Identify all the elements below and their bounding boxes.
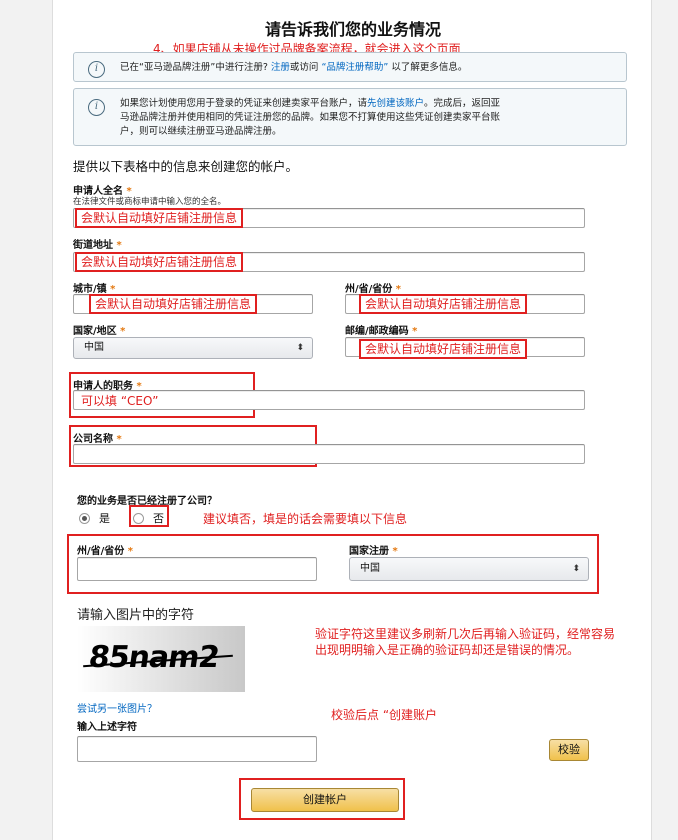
role-note: 可以填 “CEO”: [81, 394, 159, 408]
notice-brand-registry-text: 已在“亚马逊品牌注册”中进行注册? 注册或访问 “品牌注册帮助” 以了解更多信息…: [120, 62, 468, 73]
reg-country-label: 国家注册 *: [349, 546, 398, 557]
page-panel: 请告诉我们您的业务情况 4、如果店铺从未操作过品牌备案流程，就会进入这个页面 i…: [52, 0, 652, 840]
reg-state-label: 州/省/省份 *: [77, 546, 134, 557]
notice-seller-account: i 如果您计划使用您用于登录的凭证来创建卖家平台账户，请先创建该账户。完成后，返…: [73, 88, 627, 146]
company-label: 公司名称 *: [73, 434, 122, 445]
captcha-heading: 请输入图片中的字符: [77, 608, 195, 623]
street-note: 会默认自动填好店铺注册信息: [75, 252, 244, 272]
state-label: 州/省/省份 *: [345, 284, 402, 295]
captcha-input[interactable]: [77, 736, 317, 762]
captcha-image: 85nam2: [77, 626, 245, 692]
registered-yes-label: 是: [99, 512, 110, 525]
postal-note: 会默认自动填好店铺注册信息: [359, 339, 528, 359]
company-input[interactable]: [73, 444, 585, 464]
city-label: 城市/镇 *: [73, 284, 116, 295]
create-account-button[interactable]: 创建帐户: [251, 788, 399, 812]
country-select[interactable]: 中国 ⬍: [73, 337, 313, 359]
registered-no-label: 否: [153, 512, 164, 525]
create-account-first-link[interactable]: 先创建该账户: [367, 98, 424, 109]
info-icon: i: [88, 61, 105, 78]
registered-note: 建议填否，填是的话会需要填以下信息: [203, 512, 408, 526]
applicant-name-note: 会默认自动填好店铺注册信息: [75, 208, 244, 228]
registered-yes-radio[interactable]: [79, 513, 90, 524]
reg-state-input[interactable]: [77, 557, 317, 581]
form-heading: 提供以下表格中的信息来创建您的帐户。: [73, 159, 299, 174]
reg-country-select[interactable]: 中国 ⬍: [349, 557, 589, 581]
notice-brand-registry: i 已在“亚马逊品牌注册”中进行注册? 注册或访问 “品牌注册帮助” 以了解更多…: [73, 52, 627, 82]
registered-no-radio[interactable]: [133, 513, 144, 524]
street-label: 街道地址 *: [73, 240, 122, 251]
captcha-retry-link[interactable]: 尝试另一张图片？: [77, 700, 157, 715]
verify-button[interactable]: 校验: [549, 739, 589, 761]
postal-label: 邮编/邮政编码 *: [345, 326, 418, 337]
select-arrows-icon: ⬍: [572, 564, 580, 574]
country-label: 国家/地区 *: [73, 326, 126, 337]
city-note: 会默认自动填好店铺注册信息: [89, 294, 258, 314]
info-icon: i: [88, 99, 105, 116]
brand-registry-help-link[interactable]: “品牌注册帮助”: [321, 62, 388, 73]
captcha-note: 验证字符这里建议多刷新几次后再输入验证码，经常容易出现明明输入是正确的验证码却还…: [315, 627, 616, 657]
captcha-input-label: 输入上述字符: [77, 722, 137, 733]
state-note: 会默认自动填好店铺注册信息: [359, 294, 528, 314]
applicant-name-hint: 在法律文件或商标申请中输入您的全名。: [73, 197, 227, 207]
page-title: 请告诉我们您的业务情况: [264, 20, 441, 39]
select-arrows-icon: ⬍: [296, 343, 304, 353]
verify-note: 校验后点 “创建账户: [331, 708, 438, 722]
register-link[interactable]: 注册: [271, 62, 290, 73]
notice-seller-account-text: 如果您计划使用您用于登录的凭证来创建卖家平台账户，请先创建该账户。完成后，返回亚…: [120, 98, 501, 137]
